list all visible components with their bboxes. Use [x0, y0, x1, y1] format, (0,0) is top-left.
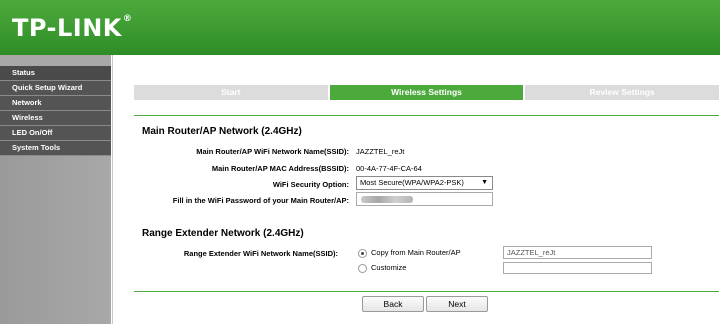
- divider-top: [134, 115, 719, 116]
- security-option-select[interactable]: Most Secure(WPA/WPA2-PSK) ▼: [356, 176, 493, 190]
- step-review-settings: Review Settings: [525, 85, 720, 100]
- radio-copy-from-main[interactable]: [358, 249, 367, 258]
- header-bar: TP-LINK®: [0, 0, 720, 55]
- radio-customize[interactable]: [358, 264, 367, 273]
- main-mac-value: 00-4A-77-4F-CA-64: [356, 164, 422, 173]
- security-option-value: Most Secure(WPA/WPA2-PSK): [360, 178, 464, 187]
- step-wireless-settings: Wireless Settings: [329, 85, 524, 100]
- sidebar-item-status[interactable]: Status: [0, 66, 111, 81]
- main-content: Start Wireless Settings Review Settings …: [112, 55, 720, 324]
- back-button[interactable]: Back: [362, 296, 424, 312]
- registered-mark: ®: [122, 14, 133, 24]
- sidebar: Status Quick Setup Wizard Network Wirele…: [0, 55, 111, 324]
- sidebar-spacer: [0, 55, 111, 66]
- range-extender-title: Range Extender Network (2.4GHz): [142, 228, 304, 239]
- main-ssid-value: JAZZTEL_reJt: [356, 147, 405, 156]
- sidebar-item-wireless[interactable]: Wireless: [0, 111, 111, 126]
- obscured-password: [361, 196, 413, 203]
- sidebar-item-network[interactable]: Network: [0, 96, 111, 111]
- radio-copy-label: Copy from Main Router/AP: [371, 248, 461, 257]
- dropdown-arrow-icon: ▼: [481, 179, 488, 186]
- copied-ssid-field: JAZZTEL_reJt: [503, 246, 652, 259]
- sidebar-menu: Status Quick Setup Wizard Network Wirele…: [0, 66, 111, 156]
- main-ssid-label: Main Router/AP WiFi Network Name(SSID):: [196, 147, 349, 156]
- main-router-title: Main Router/AP Network (2.4GHz): [142, 126, 302, 137]
- security-option-label: WiFi Security Option:: [272, 180, 349, 189]
- extender-ssid-label: Range Extender WiFi Network Name(SSID):: [183, 249, 338, 258]
- next-button[interactable]: Next: [426, 296, 488, 312]
- divider-bottom: [134, 291, 719, 292]
- logo-text: TP-LINK: [12, 14, 122, 42]
- sidebar-item-led-on-off[interactable]: LED On/Off: [0, 126, 111, 141]
- step-start: Start: [134, 85, 328, 100]
- sidebar-item-quick-setup-wizard[interactable]: Quick Setup Wizard: [0, 81, 111, 96]
- password-input[interactable]: [356, 192, 493, 206]
- custom-ssid-input[interactable]: [503, 262, 652, 274]
- password-label: Fill in the WiFi Password of your Main R…: [172, 196, 349, 205]
- main-mac-label: Main Router/AP MAC Address(BSSID):: [211, 164, 349, 173]
- wizard-steps: Start Wireless Settings Review Settings: [134, 85, 720, 100]
- radio-customize-label: Customize: [371, 263, 407, 272]
- tp-link-logo: TP-LINK®: [12, 14, 132, 42]
